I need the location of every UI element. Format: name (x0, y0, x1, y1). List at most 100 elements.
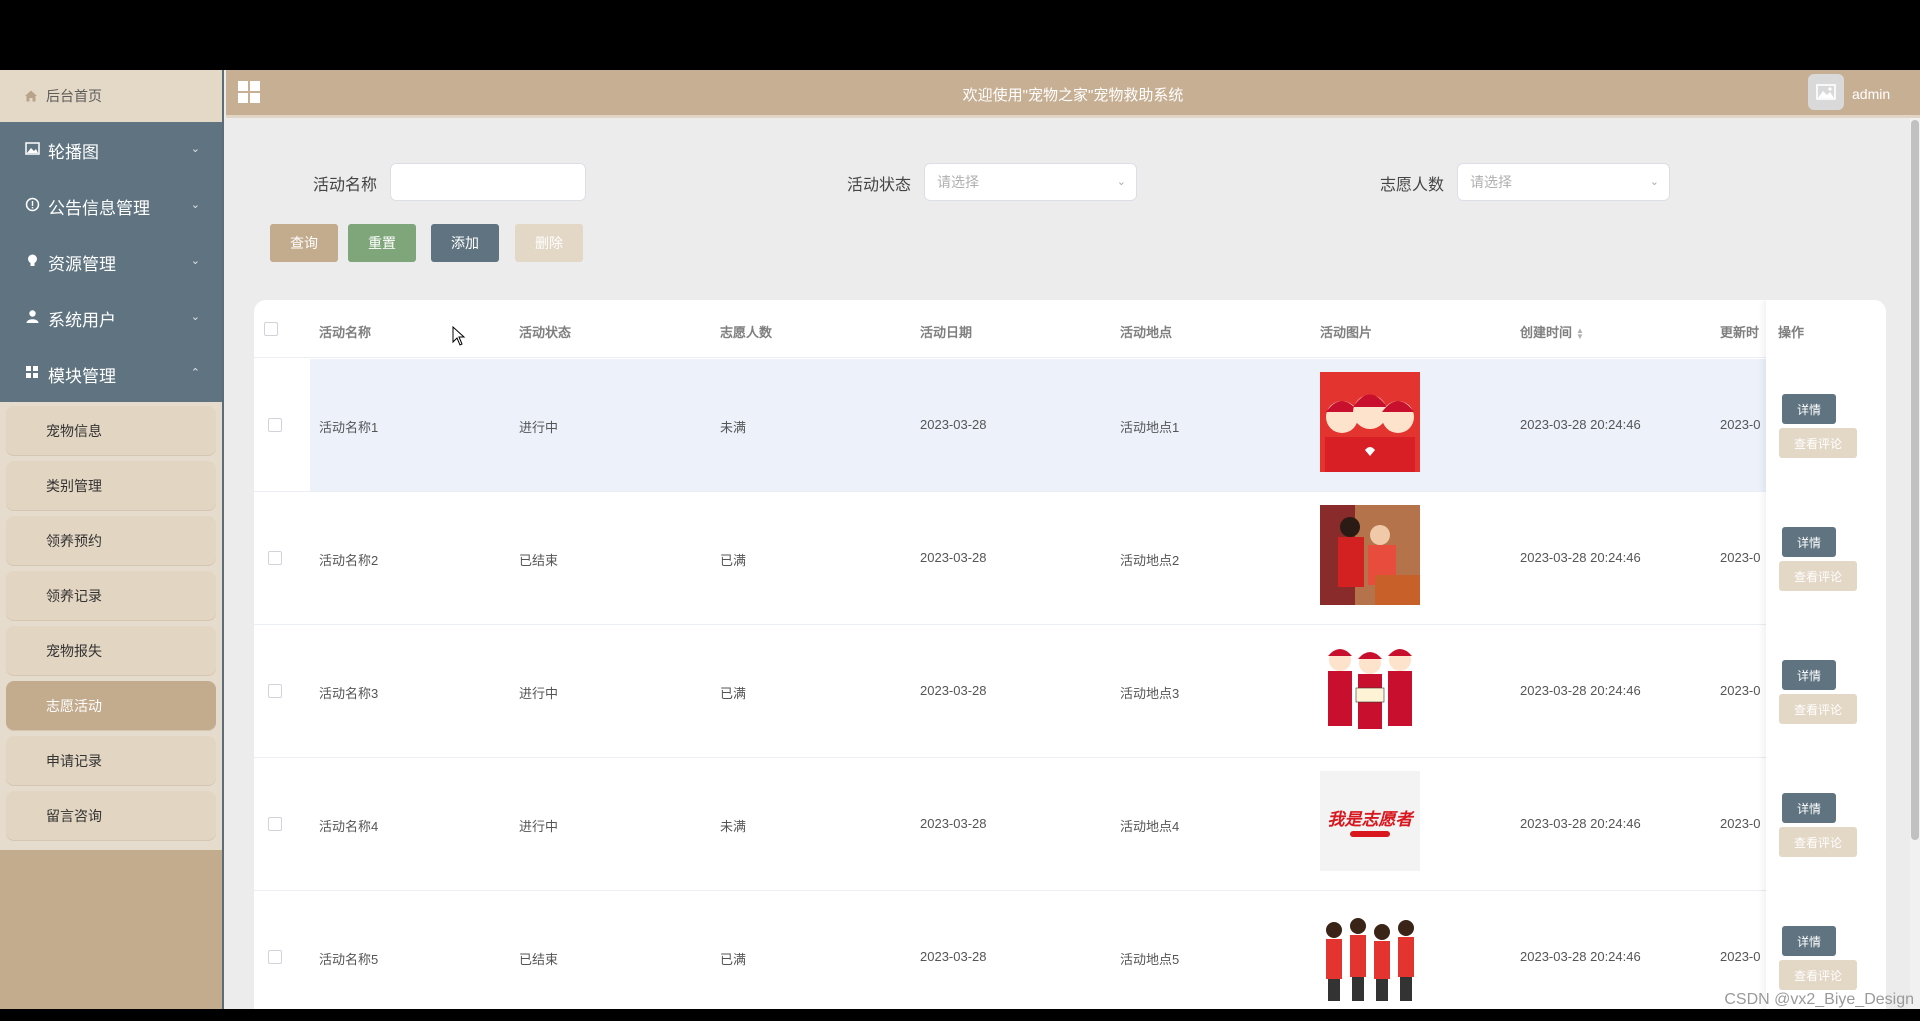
cell-created: 2023-03-28 20:24:46 (1520, 417, 1641, 432)
submenu-item-pet-info[interactable]: 宠物信息 (6, 406, 216, 456)
activity-image[interactable] (1320, 904, 1420, 1004)
column-header-location[interactable]: 活动地点 (1120, 322, 1172, 341)
detail-button[interactable]: 详情 (1782, 793, 1836, 823)
submenu-item-adoption-booking[interactable]: 领养预约 (6, 516, 216, 566)
cell-updated: 2023-0 (1720, 417, 1761, 432)
column-header-created[interactable]: 创建时间 ▲ ▼ (1520, 322, 1584, 341)
submenu-item-volunteer-activity[interactable]: 志愿活动 (6, 681, 216, 731)
cell-date: 2023-03-28 (920, 816, 987, 831)
view-comments-button[interactable]: 查看评论 (1779, 428, 1857, 458)
top-black-bar (0, 0, 1920, 70)
volunteers-label: 志愿人数 (1380, 177, 1445, 194)
table-row[interactable]: 活动名称2 已结束 已满 2023-03-28 活动地点2 2023-03-28… (254, 492, 1886, 625)
submenu-item-lost-report[interactable]: 宠物报失 (6, 626, 216, 676)
sidebar-item-label: 模块管理 (48, 366, 116, 386)
submenu-item-category[interactable]: 类别管理 (6, 461, 216, 511)
scrollbar-thumb[interactable] (1911, 120, 1919, 840)
cell-location: 活动地点4 (1120, 819, 1180, 834)
table-row[interactable]: 活动名称3 进行中 已满 2023-03-28 活动地点3 2023-03-28… (254, 625, 1886, 758)
column-header-updated[interactable]: 更新时 (1720, 322, 1759, 341)
cell-volunteers: 已满 (720, 952, 747, 967)
cell-date: 2023-03-28 (920, 550, 987, 565)
activity-image[interactable]: 我是志愿者 (1320, 771, 1420, 871)
submenu-item-application-record[interactable]: 申请记录 (6, 736, 216, 786)
submenu-item-message[interactable]: 留言咨询 (6, 791, 216, 841)
cell-volunteers: 已满 (720, 686, 747, 701)
sidebar-item-modules[interactable]: 模块管理 ⌃ (0, 346, 222, 402)
query-button[interactable]: 查询 (270, 224, 338, 262)
row-checkbox[interactable] (268, 950, 282, 964)
cell-updated: 2023-0 (1720, 949, 1761, 964)
activity-status-label: 活动状态 (847, 177, 912, 194)
cell-volunteers: 未满 (720, 819, 747, 834)
chevron-down-icon: ⌄ (190, 199, 200, 211)
chevron-down-icon: ⌄ (190, 311, 200, 323)
sidebar-item-system-user[interactable]: 系统用户 ⌄ (0, 290, 222, 346)
column-header-image[interactable]: 活动图片 (1320, 322, 1372, 341)
submenu-label: 领养记录 (46, 588, 102, 604)
sidebar-item-label: 轮播图 (48, 142, 99, 162)
view-comments-button[interactable]: 查看评论 (1779, 694, 1857, 724)
select-placeholder: 请选择 (1470, 174, 1512, 190)
activity-table: 活动名称 活动状态 志愿人数 活动日期 活动地点 活动图片 创建时间 ▲ ▼ 更新时… (254, 300, 1886, 1009)
table-row[interactable]: 活动名称4 进行中 未满 2023-03-28 活动地点4 我是志愿者 2023… (254, 758, 1886, 891)
table-row[interactable]: 活动名称5 已结束 已满 2023-03-28 活动地点5 2023-03-28… (254, 891, 1886, 1009)
cell-updated: 2023-0 (1720, 550, 1761, 565)
column-header-status[interactable]: 活动状态 (519, 322, 571, 341)
select-all-checkbox[interactable] (264, 322, 278, 336)
column-header-volunteers[interactable]: 志愿人数 (720, 322, 772, 341)
cell-name: 活动名称5 (319, 952, 379, 967)
sidebar-item-home[interactable]: 后台首页 (0, 70, 222, 122)
mouse-cursor-icon (452, 326, 466, 346)
activity-image[interactable] (1320, 505, 1420, 605)
sidebar-item-carousel[interactable]: 轮播图 ⌄ (0, 122, 222, 178)
page-scrollbar[interactable] (1910, 118, 1920, 1009)
detail-button[interactable]: 详情 (1782, 926, 1836, 956)
row-checkbox[interactable] (268, 817, 282, 831)
add-button[interactable]: 添加 (431, 224, 499, 262)
cell-status: 进行中 (519, 686, 559, 701)
operations-column: 操作 详情 查看评论 详情 查看评论 详情 查看评论 详情 查看评论 详情 查看… (1766, 300, 1886, 1009)
activity-name-input[interactable] (390, 163, 586, 201)
cell-name: 活动名称1 (319, 420, 379, 435)
row-checkbox[interactable] (268, 684, 282, 698)
column-header-created-label: 创建时间 (1520, 325, 1573, 340)
row-checkbox[interactable] (268, 551, 282, 565)
cell-status: 进行中 (519, 420, 559, 435)
cell-date: 2023-03-28 (920, 949, 987, 964)
column-header-date[interactable]: 活动日期 (920, 322, 972, 341)
activity-name-label: 活动名称 (313, 177, 378, 194)
activity-status-select[interactable]: 请选择 ⌄ (924, 163, 1137, 201)
view-comments-button[interactable]: 查看评论 (1779, 561, 1857, 591)
cell-location: 活动地点1 (1120, 420, 1180, 435)
delete-button[interactable]: 删除 (515, 224, 583, 262)
sort-icon[interactable]: ▲ ▼ (1576, 326, 1584, 340)
watermark: CSDN @vx2_Biye_Design (1724, 991, 1914, 1008)
view-comments-button[interactable]: 查看评论 (1779, 827, 1857, 857)
cell-location: 活动地点5 (1120, 952, 1180, 967)
detail-button[interactable]: 详情 (1782, 527, 1836, 557)
submenu-item-adoption-record[interactable]: 领养记录 (6, 571, 216, 621)
avatar[interactable] (1808, 74, 1844, 110)
sidebar-item-resource[interactable]: 资源管理 ⌄ (0, 234, 222, 290)
detail-button[interactable]: 详情 (1782, 394, 1836, 424)
username[interactable]: admin (1852, 86, 1890, 102)
table-row[interactable]: 活动名称1 进行中 未满 2023-03-28 活动地点1 2023-03-28… (254, 359, 1886, 492)
cell-date: 2023-03-28 (920, 683, 987, 698)
volunteers-select[interactable]: 请选择 ⌄ (1457, 163, 1670, 201)
chevron-down-icon: ⌄ (1116, 176, 1126, 188)
column-header-name[interactable]: 活动名称 (319, 322, 371, 341)
chevron-down-icon: ⌄ (1649, 176, 1659, 188)
activity-image[interactable] (1320, 372, 1420, 472)
image-icon (24, 141, 40, 160)
image-caption: 我是志愿者 (1327, 810, 1413, 829)
detail-button[interactable]: 详情 (1782, 660, 1836, 690)
chevron-down-icon: ⌄ (190, 143, 200, 155)
row-checkbox[interactable] (268, 418, 282, 432)
sidebar-item-notice[interactable]: 公告信息管理 ⌄ (0, 178, 222, 234)
home-icon (24, 89, 38, 103)
table-header: 活动名称 活动状态 志愿人数 活动日期 活动地点 活动图片 创建时间 ▲ ▼ 更新时 (254, 300, 1886, 358)
view-comments-button[interactable]: 查看评论 (1779, 960, 1857, 990)
activity-image[interactable] (1320, 638, 1420, 738)
reset-button[interactable]: 重置 (348, 224, 416, 262)
